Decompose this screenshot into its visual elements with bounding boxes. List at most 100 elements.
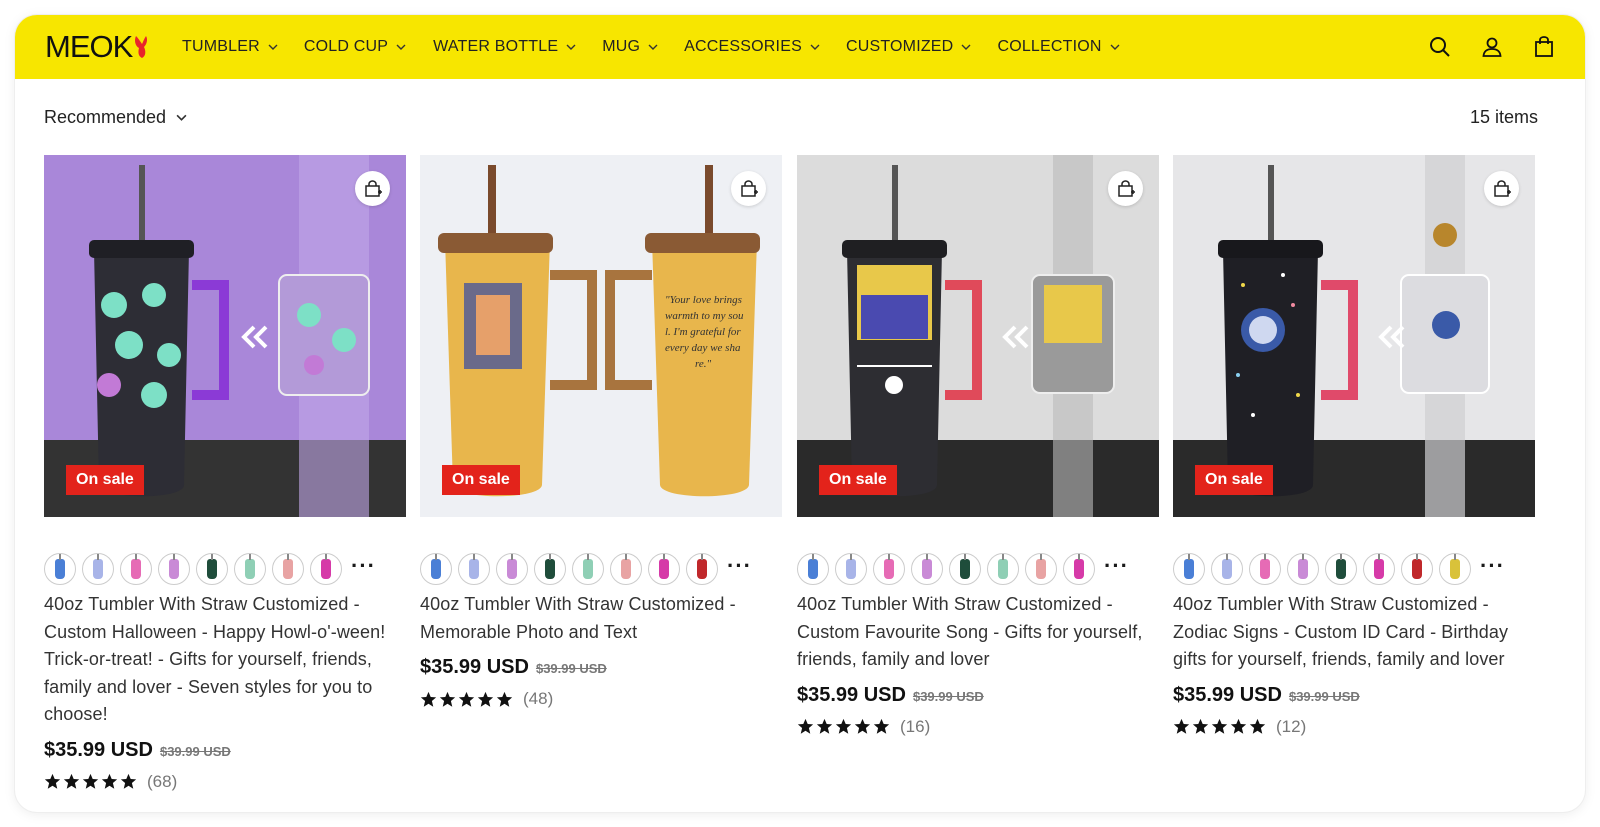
color-swatch[interactable] [1439, 553, 1471, 585]
chevron-down-icon [566, 44, 576, 50]
review-count[interactable]: (68) [147, 772, 177, 792]
color-swatch[interactable] [1325, 553, 1357, 585]
star-icon [797, 718, 814, 734]
nav-label: WATER BOTTLE [433, 38, 559, 55]
product-image[interactable]: "Your love brings warmth to my sou l. I'… [420, 155, 782, 517]
product-card[interactable]: On sale ··· 40oz Tumbler With Straw Cust… [1173, 155, 1535, 737]
star-icon [63, 773, 80, 789]
bag-add-icon [364, 179, 382, 197]
brand-logo[interactable]: MEOK [45, 29, 149, 65]
sale-badge: On sale [442, 465, 520, 495]
color-swatch[interactable] [572, 553, 604, 585]
quick-add-button[interactable] [355, 171, 390, 206]
color-swatch[interactable] [835, 553, 867, 585]
nav-item-tumbler[interactable]: TUMBLER [182, 38, 278, 56]
color-swatch[interactable] [1063, 553, 1095, 585]
color-swatch[interactable] [1363, 553, 1395, 585]
color-swatch[interactable] [1211, 553, 1243, 585]
nav-item-collection[interactable]: COLLECTION [997, 38, 1120, 56]
more-colors-icon[interactable]: ··· [1104, 555, 1129, 577]
price-row: $35.99 USD $39.99 USD [44, 739, 406, 762]
color-swatch[interactable] [1173, 553, 1205, 585]
product-image[interactable]: On sale [1173, 155, 1535, 517]
color-swatch[interactable] [987, 553, 1019, 585]
color-swatch[interactable] [797, 553, 829, 585]
color-swatch[interactable] [1025, 553, 1057, 585]
bag-add-icon [1493, 179, 1511, 197]
nav-item-mug[interactable]: MUG [602, 38, 658, 56]
color-swatch[interactable] [949, 553, 981, 585]
price-row: $35.99 USD $39.99 USD [797, 684, 1159, 707]
more-colors-icon[interactable]: ··· [727, 555, 752, 577]
chevron-down-icon [810, 44, 820, 50]
logo-text: MEOK [45, 29, 133, 64]
sort-dropdown[interactable]: Recommended [44, 107, 187, 128]
color-swatch[interactable] [272, 553, 304, 585]
product-card[interactable]: On sale ··· 40oz Tumbler With Straw Cust… [797, 155, 1159, 737]
star-icon [44, 773, 61, 789]
color-swatch[interactable] [458, 553, 490, 585]
nav-label: CUSTOMIZED [845, 38, 954, 55]
nav-item-customized[interactable]: CUSTOMIZED [846, 38, 971, 56]
product-title[interactable]: 40oz Tumbler With Straw Customized - Cus… [44, 591, 406, 729]
account-icon[interactable] [1479, 34, 1505, 60]
sort-label: Recommended [44, 107, 167, 127]
item-count: 15 items [1469, 107, 1538, 127]
sale-price: $35.99 USD [44, 738, 153, 761]
color-swatch[interactable] [873, 553, 905, 585]
product-title[interactable]: 40oz Tumbler With Straw Customized - Cus… [797, 591, 1159, 674]
product-title[interactable]: 40oz Tumbler With Straw Customized - Zod… [1173, 591, 1535, 674]
quick-add-button[interactable] [1108, 171, 1143, 206]
tumbler-photo-image: "Your love brings warmth to my sou l. I'… [420, 155, 782, 517]
star-icon [854, 718, 871, 734]
color-swatch[interactable] [1249, 553, 1281, 585]
color-swatches: ··· [797, 553, 1159, 585]
star-icon [835, 718, 852, 734]
color-swatch[interactable] [196, 553, 228, 585]
color-swatch[interactable] [534, 553, 566, 585]
tumbler-zodiac-image [1173, 155, 1535, 517]
more-colors-icon[interactable]: ··· [351, 555, 376, 577]
color-swatch[interactable] [420, 553, 452, 585]
review-count[interactable]: (48) [523, 689, 553, 709]
original-price: $39.99 USD [912, 688, 984, 704]
color-swatch[interactable] [496, 553, 528, 585]
quick-add-button[interactable] [1484, 171, 1519, 206]
color-swatch[interactable] [44, 553, 76, 585]
color-swatch[interactable] [158, 553, 190, 585]
color-swatch[interactable] [686, 553, 718, 585]
product-card[interactable]: On sale ··· 40oz Tumbler With Straw Cust… [44, 155, 406, 792]
svg-text:l. I'm grateful for: l. I'm grateful for [665, 326, 741, 338]
product-image[interactable]: On sale [797, 155, 1159, 517]
nav-item-water-bottle[interactable]: WATER BOTTLE [433, 38, 576, 56]
color-swatch[interactable] [1401, 553, 1433, 585]
color-swatch[interactable] [610, 553, 642, 585]
rating: (48) [420, 689, 782, 709]
color-swatch[interactable] [310, 553, 342, 585]
star-rating [797, 718, 890, 735]
color-swatch[interactable] [120, 553, 152, 585]
nav-label: ACCESSORIES [684, 38, 802, 55]
search-icon[interactable] [1427, 34, 1453, 60]
bag-icon[interactable] [1531, 34, 1557, 60]
review-count[interactable]: (16) [900, 717, 930, 737]
color-swatch[interactable] [648, 553, 680, 585]
nav-label: COLLECTION [997, 38, 1102, 55]
color-swatch[interactable] [911, 553, 943, 585]
color-swatch[interactable] [234, 553, 266, 585]
product-image[interactable]: On sale [44, 155, 406, 517]
product-card[interactable]: "Your love brings warmth to my sou l. I'… [420, 155, 782, 709]
more-colors-icon[interactable]: ··· [1480, 555, 1505, 577]
color-swatch[interactable] [82, 553, 114, 585]
main-nav: TUMBLER COLD CUP WATER BOTTLE MUG ACCESS… [182, 15, 1146, 79]
nav-item-cold-cup[interactable]: COLD CUP [304, 38, 406, 56]
bag-add-icon [1117, 179, 1135, 197]
chevron-down-icon [1110, 44, 1120, 50]
nav-item-accessories[interactable]: ACCESSORIES [684, 38, 820, 56]
review-count[interactable]: (12) [1276, 717, 1306, 737]
quick-add-button[interactable] [731, 171, 766, 206]
color-swatch[interactable] [1287, 553, 1319, 585]
rating: (12) [1173, 717, 1535, 737]
site-header: MEOK TUMBLER COLD CUP WATER BOTTLE MUG A… [15, 15, 1585, 79]
product-title[interactable]: 40oz Tumbler With Straw Customized - Mem… [420, 591, 782, 646]
